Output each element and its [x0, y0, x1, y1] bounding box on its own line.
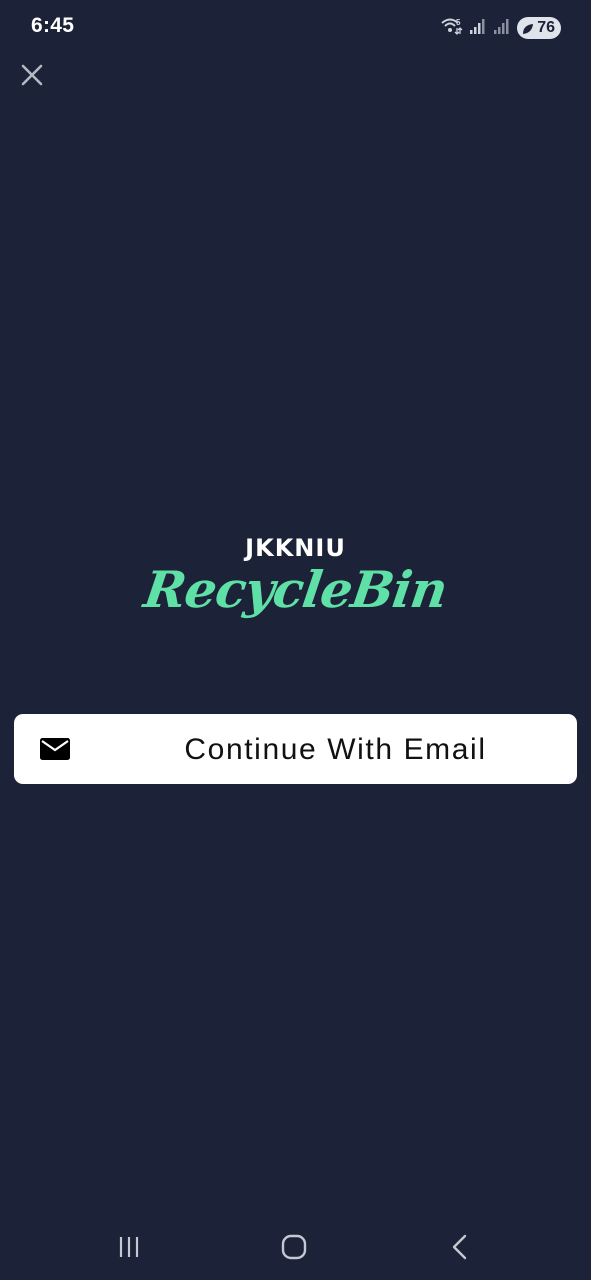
recents-button[interactable] — [114, 1232, 144, 1262]
wifi-icon: 5 — [441, 16, 463, 41]
email-button-label: Continue With Email — [184, 733, 487, 766]
battery-level: 76 — [537, 19, 555, 36]
signal-icon — [493, 17, 511, 40]
home-icon — [281, 1234, 307, 1260]
home-button[interactable] — [279, 1232, 309, 1262]
close-icon — [21, 64, 43, 86]
svg-text:5: 5 — [456, 18, 461, 27]
recents-icon — [119, 1237, 139, 1257]
close-button[interactable] — [17, 60, 47, 90]
status-bar: 6:45 5 76 — [0, 0, 591, 56]
login-screen: 6:45 5 76 JKKNIU RecycleBin Continue Wit… — [0, 0, 591, 1280]
system-nav-bar — [0, 1212, 591, 1280]
battery-indicator: 76 — [517, 17, 561, 39]
battery-saver-icon — [522, 22, 534, 40]
back-button[interactable] — [445, 1232, 475, 1262]
status-icons: 5 76 — [441, 14, 561, 42]
status-time: 6:45 — [31, 14, 75, 37]
continue-with-email-button[interactable]: Continue With Email — [14, 714, 577, 784]
signal-icon — [469, 17, 487, 40]
logo-top-text: JKKNIU — [245, 534, 346, 562]
logo-bottom-text: RecycleBin — [140, 560, 451, 619]
app-logo: JKKNIU RecycleBin — [0, 530, 591, 640]
back-icon — [452, 1234, 467, 1260]
